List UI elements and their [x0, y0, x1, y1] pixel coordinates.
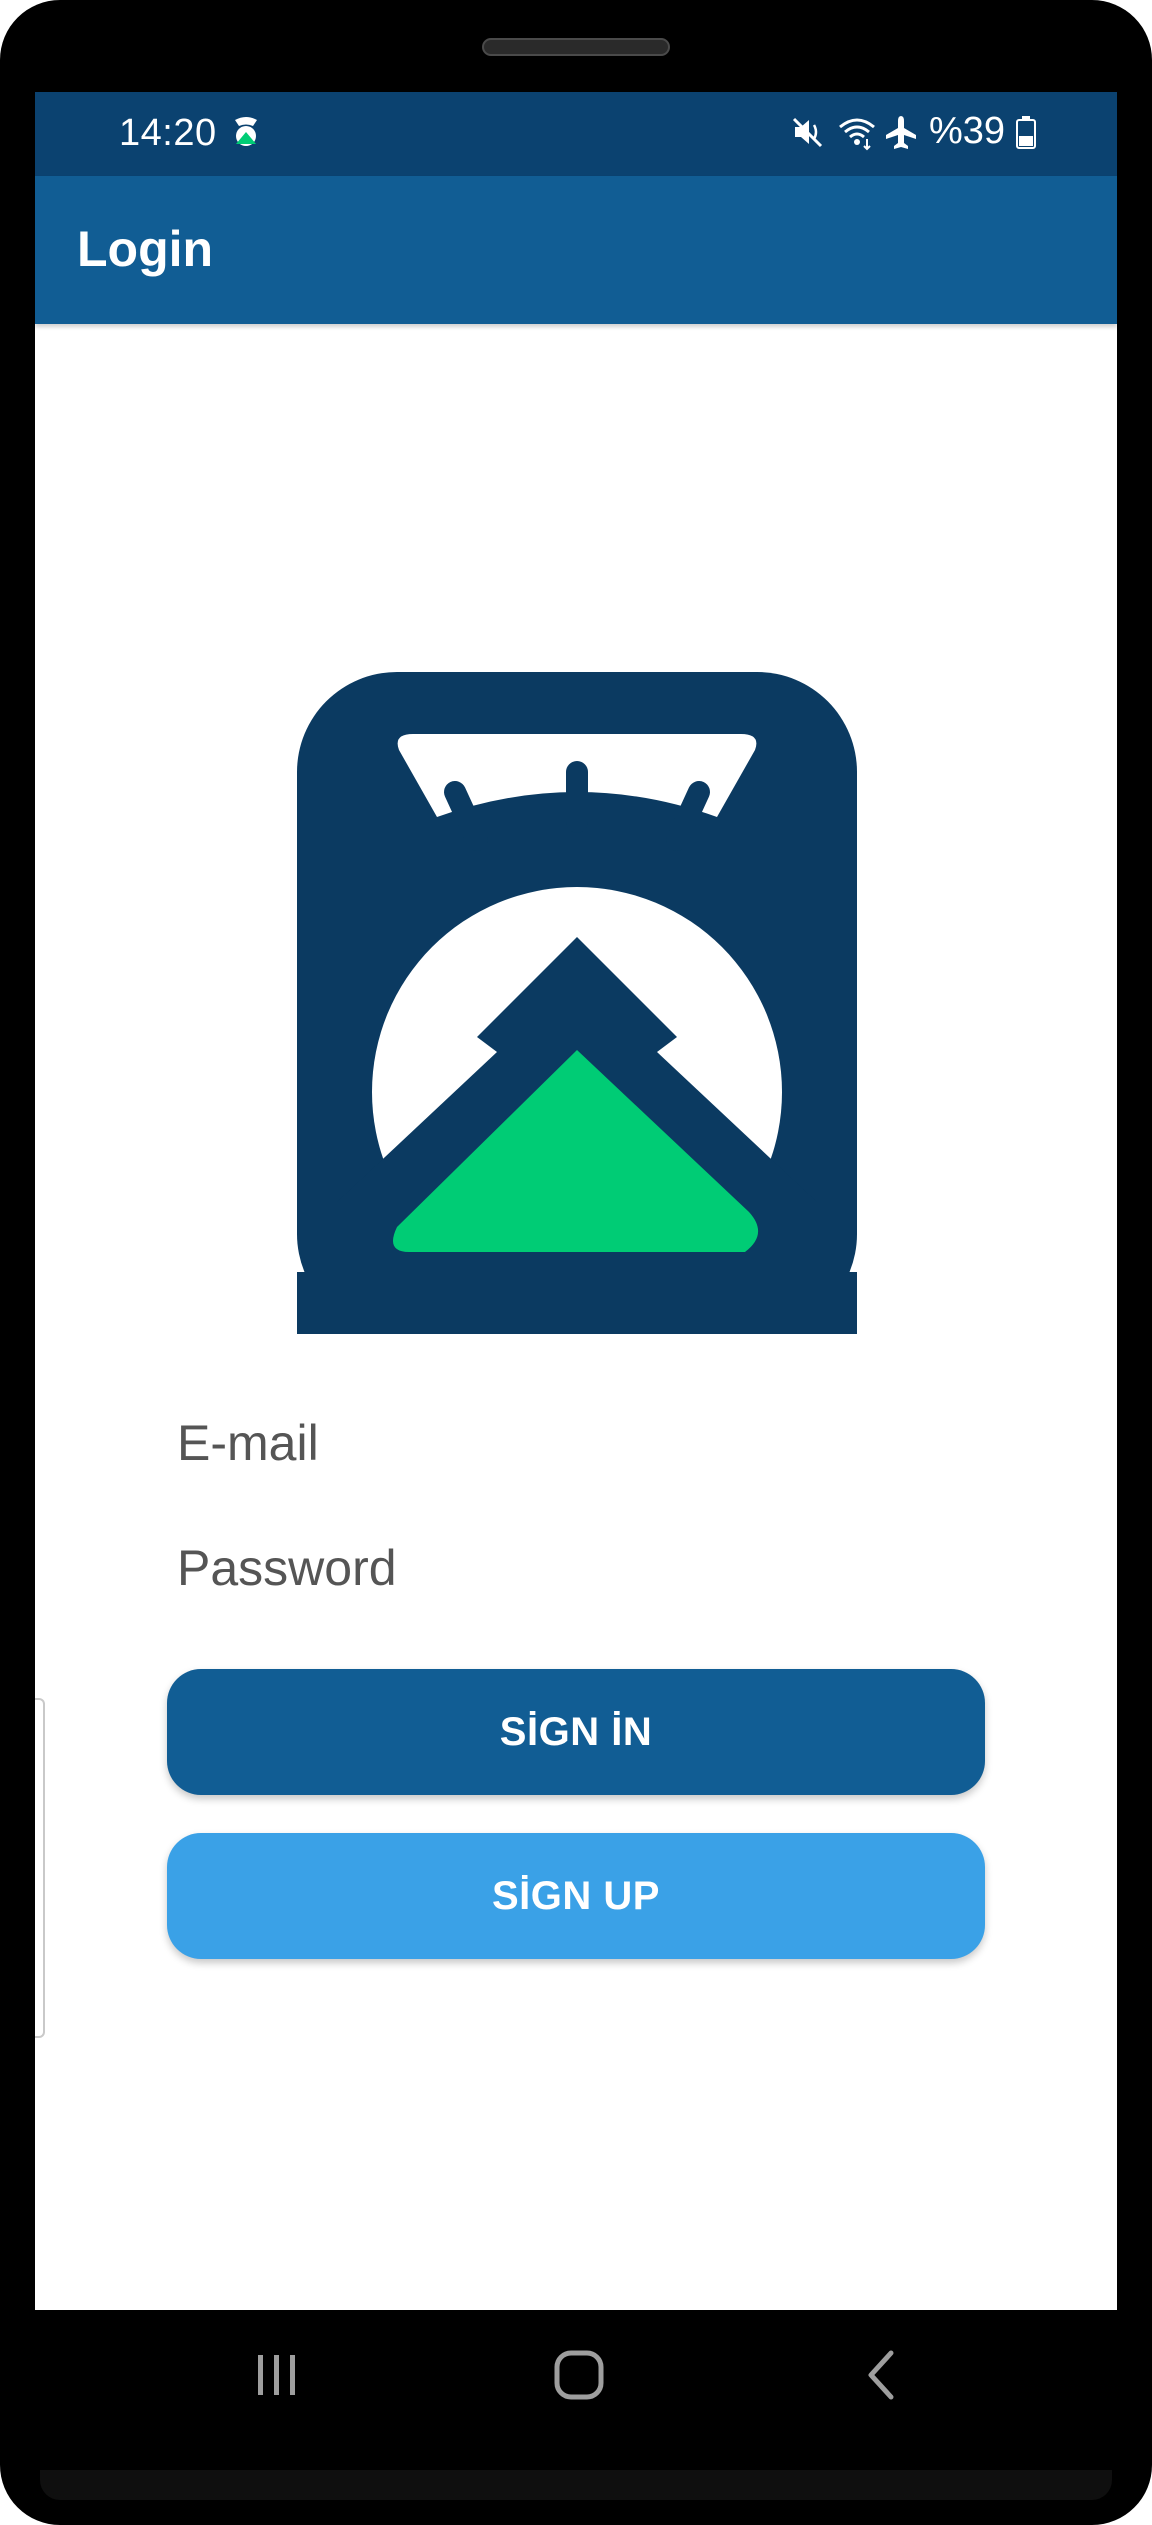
mute-icon [791, 113, 827, 151]
earpiece-speaker [482, 38, 670, 56]
scale-app-icon [231, 114, 261, 150]
email-field[interactable] [177, 1408, 977, 1478]
app-toolbar: Login [35, 176, 1117, 324]
home-icon[interactable] [544, 2340, 614, 2410]
page-title: Login [77, 221, 214, 277]
sign-up-button[interactable]: SİGN UP [167, 1833, 985, 1959]
password-field[interactable] [177, 1533, 977, 1603]
wifi-icon [837, 113, 875, 151]
battery-percentage: %39 [928, 110, 1005, 152]
battery-icon [1015, 115, 1037, 149]
airplane-mode-icon [883, 113, 919, 151]
back-icon[interactable] [846, 2340, 916, 2410]
edge-panel-handle[interactable] [35, 1698, 45, 2038]
app-screen: 14:20 %39 Login E-mail SİGN İN SİGN UP [35, 92, 1117, 2310]
system-navigation-bar [0, 2310, 1152, 2440]
status-icons: %39 [791, 110, 1037, 153]
status-time: 14:20 [119, 112, 217, 154]
phone-frame: 14:20 %39 Login E-mail SİGN İN SİGN UP [0, 0, 1152, 2525]
weighing-scale-arrow-logo [297, 672, 857, 1334]
status-bar: 14:20 %39 [35, 92, 1117, 176]
recents-icon[interactable] [242, 2340, 312, 2410]
device-bottom-bezel [40, 2470, 1112, 2500]
sign-in-button[interactable]: SİGN İN [167, 1669, 985, 1795]
